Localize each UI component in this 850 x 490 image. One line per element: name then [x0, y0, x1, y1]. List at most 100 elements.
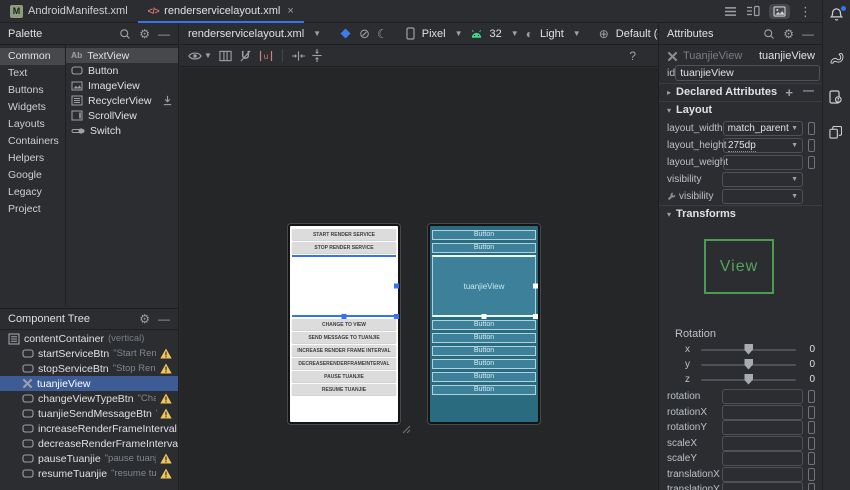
palette-category-containers[interactable]: Containers	[0, 133, 65, 150]
attr-rotation-input[interactable]	[722, 389, 803, 404]
design-view-icon[interactable]	[769, 4, 790, 19]
attr-translationX-input[interactable]	[722, 467, 803, 482]
resource-picker-icon[interactable]	[808, 139, 815, 152]
blueprint-button[interactable]: Button	[432, 243, 536, 253]
layout-section-header[interactable]: ▾ Layout	[659, 101, 822, 118]
design-button[interactable]: RESUME TUANJIE	[292, 384, 396, 395]
tree-item-contentContainer[interactable]: contentContainer(vertical)	[0, 331, 178, 346]
design-button[interactable]: PAUSE TUANJIE	[292, 371, 396, 382]
transforms-section-header[interactable]: ▾ Transforms	[659, 205, 822, 222]
night-mode-icon[interactable]: ☾	[377, 28, 388, 40]
blueprint-button[interactable]: Button	[432, 230, 536, 240]
code-view-icon[interactable]	[724, 6, 737, 17]
blueprint-button[interactable]: Button	[432, 359, 536, 369]
selection-handle[interactable]	[394, 284, 399, 289]
palette-category-widgets[interactable]: Widgets	[0, 99, 65, 116]
gear-icon[interactable]: ⚙	[783, 28, 794, 40]
resource-picker-icon[interactable]	[808, 156, 815, 169]
attr-scaleY-input[interactable]	[722, 451, 803, 466]
split-view-icon[interactable]	[746, 5, 760, 17]
palette-category-layouts[interactable]: Layouts	[0, 116, 65, 133]
palette-item-button[interactable]: Button	[66, 63, 178, 78]
attr-scaleX-input[interactable]	[722, 436, 803, 451]
selection-handle[interactable]	[533, 284, 538, 289]
blueprint-button[interactable]: Button	[432, 346, 536, 356]
design-button[interactable]: SEND MESSAGE TO TUANJIE	[292, 332, 396, 343]
download-icon[interactable]	[162, 95, 173, 106]
selection-handle[interactable]	[533, 314, 538, 319]
tab-android-manifest[interactable]: M AndroidManifest.xml	[0, 0, 138, 22]
palette-category-legacy[interactable]: Legacy	[0, 184, 65, 201]
pack-vertical-icon[interactable]	[312, 49, 322, 62]
theme-selector[interactable]: Light	[540, 28, 564, 40]
palette-category-google[interactable]: Google	[0, 167, 65, 184]
tree-item-resumeTuanjie[interactable]: resumeTuanjie"resume tuanjie"	[0, 466, 178, 481]
blueprint-tuanjieview-selected[interactable]: tuanjieView	[432, 255, 536, 317]
tree-item-decreaseRenderFrameInterval[interactable]: decreaseRenderFrameInterval"..."	[0, 436, 178, 451]
minimize-icon[interactable]: —	[158, 313, 170, 325]
tree-item-tuanjieView[interactable]: tuanjieView	[0, 376, 178, 391]
attr-rotationX-input[interactable]	[722, 405, 803, 420]
default-margins-icon[interactable]: u	[259, 50, 273, 62]
attr-layout_height-dropdown[interactable]: 275dp▼	[723, 138, 803, 153]
layout-file-selector[interactable]: renderservicelayout.xml	[188, 28, 304, 40]
attr-visibility-dropdown[interactable]: ▼	[722, 189, 803, 204]
id-input[interactable]	[675, 65, 820, 81]
slider-thumb[interactable]	[744, 359, 753, 370]
selection-handle[interactable]	[394, 314, 399, 319]
resource-picker-icon[interactable]	[808, 122, 815, 135]
tree-item-stopServiceBtn[interactable]: stopServiceBtn"Stop Render Servi..."	[0, 361, 178, 376]
api-level-selector[interactable]: 32	[490, 28, 502, 40]
design-tuanjieview-selected[interactable]	[292, 255, 396, 317]
tree-item-changeViewTypeBtn[interactable]: changeViewTypeBtn"Change To ..."	[0, 391, 178, 406]
tree-item-pauseTuanjie[interactable]: pauseTuanjie"pause tuanjie"	[0, 451, 178, 466]
declared-attributes-row[interactable]: ▸ Declared Attributes + —	[659, 83, 822, 100]
resource-picker-icon[interactable]	[808, 437, 815, 450]
device-manager-icon[interactable]	[829, 126, 842, 139]
gear-icon[interactable]: ⚙	[139, 28, 150, 40]
blueprint-button[interactable]: Button	[432, 333, 536, 343]
blueprint-button[interactable]: Button	[432, 385, 536, 395]
resource-picker-icon[interactable]	[808, 468, 815, 481]
tab-renderservicelayout[interactable]: </> renderservicelayout.xml ×	[138, 0, 304, 22]
select-surface-icon[interactable]	[219, 50, 232, 62]
palette-category-text[interactable]: Text	[0, 65, 65, 82]
minimize-icon[interactable]: —	[158, 28, 170, 40]
minimize-icon[interactable]: —	[802, 28, 814, 40]
gradle-icon[interactable]	[829, 52, 845, 65]
orientation-icon[interactable]: ⊘	[359, 27, 370, 40]
attr-rotationY-input[interactable]	[722, 420, 803, 435]
more-options-icon[interactable]: ⋮	[799, 5, 812, 18]
slider-track-x[interactable]	[701, 349, 796, 351]
gear-icon[interactable]: ⚙	[139, 313, 150, 325]
search-icon[interactable]	[763, 28, 775, 40]
tree-item-increaseRenderFrameInterval[interactable]: increaseRenderFrameInterval"I..."	[0, 421, 178, 436]
slider-thumb[interactable]	[744, 374, 753, 385]
help-button[interactable]: ?	[629, 49, 650, 63]
blueprint-view-device[interactable]: Button Button tuanjieView Button Button Butto…	[428, 224, 540, 424]
design-canvas[interactable]: START RENDER SERVICESTOP RENDER SERVICEC…	[180, 68, 658, 490]
close-tab-icon[interactable]: ×	[287, 5, 293, 17]
resource-picker-icon[interactable]	[808, 421, 815, 434]
search-icon[interactable]	[119, 28, 131, 40]
design-button[interactable]: INCREASE RENDER FRAME INTERVAL	[292, 345, 396, 356]
tree-item-startServiceBtn[interactable]: startServiceBtn"Start Render Serv..."	[0, 346, 178, 361]
slider-track-y[interactable]	[701, 364, 796, 366]
resource-picker-icon[interactable]	[808, 406, 815, 419]
blueprint-button[interactable]: Button	[432, 320, 536, 330]
palette-item-scrollview[interactable]: ScrollView	[66, 108, 178, 123]
pack-horizontal-icon[interactable]	[292, 51, 305, 61]
design-button[interactable]: DECREASERENDERFRAMEINTERVAL	[292, 358, 396, 369]
resource-picker-icon[interactable]	[808, 483, 815, 490]
resize-handle-icon[interactable]	[402, 425, 411, 434]
design-button[interactable]: CHANGE TO VIEW	[292, 319, 396, 330]
resource-picker-icon[interactable]	[808, 390, 815, 403]
palette-category-project[interactable]: Project	[0, 201, 65, 218]
palette-item-imageview[interactable]: ImageView	[66, 78, 178, 93]
selection-handle[interactable]	[342, 314, 347, 319]
selection-handle[interactable]	[482, 314, 487, 319]
design-surface-selector-icon[interactable]	[339, 27, 352, 40]
palette-item-switch[interactable]: Switch	[66, 123, 178, 138]
add-attribute-button[interactable]: +	[785, 85, 793, 100]
notifications-bell-icon[interactable]	[829, 7, 844, 22]
